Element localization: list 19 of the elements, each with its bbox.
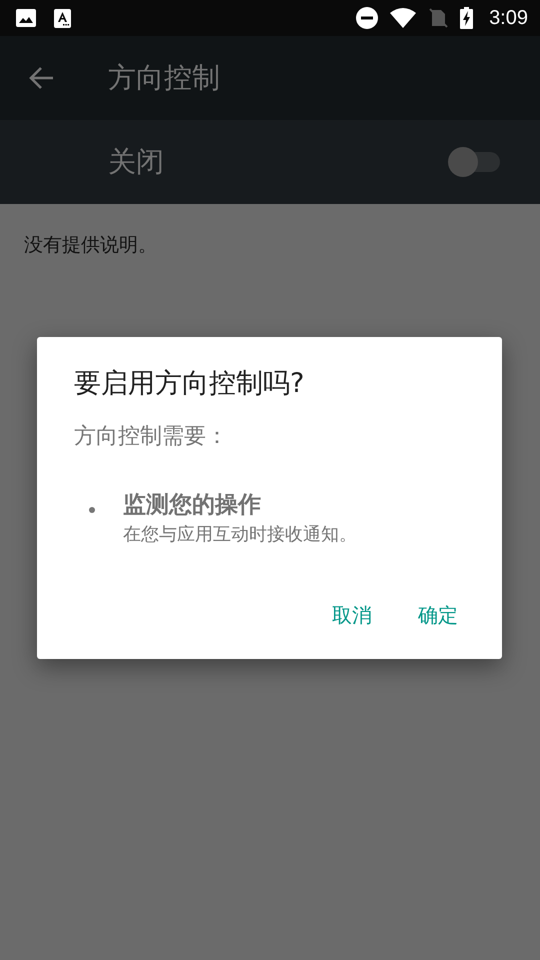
dialog-subtitle: 方向控制需要：: [74, 423, 229, 451]
description-text: 没有提供说明。: [23, 233, 158, 258]
permission-detail: 在您与应用互动时接收通知。: [123, 523, 357, 546]
toggle-switch[interactable]: [448, 147, 500, 177]
bullet-icon: [89, 507, 95, 513]
font-icon: [54, 8, 71, 28]
dialog-title: 要启用方向控制吗?: [74, 367, 306, 401]
wifi-icon: [390, 8, 416, 28]
do-not-disturb-icon: [356, 7, 378, 29]
image-icon: [16, 8, 36, 26]
switch-label: 关闭: [108, 144, 165, 180]
battery-charging-icon: [460, 7, 474, 29]
permission-title: 监测您的操作: [123, 491, 262, 520]
clock-time: 3:09: [489, 6, 528, 30]
no-sim-icon: [428, 8, 448, 28]
confirm-button[interactable]: 确定: [418, 598, 458, 633]
cancel-button[interactable]: 取消: [332, 598, 372, 633]
back-arrow-icon[interactable]: [28, 66, 54, 90]
screen-title: 方向控制: [108, 60, 220, 96]
